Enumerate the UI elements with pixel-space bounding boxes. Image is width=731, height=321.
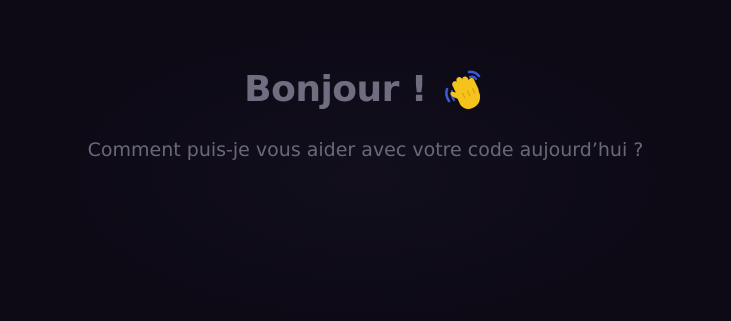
greeting-title: Bonjour ! (244, 69, 427, 110)
welcome-screen: Bonjour ! Comment puis-je vous aider ave… (0, 0, 731, 321)
welcome-subtitle: Comment puis-je vous aider avec votre co… (87, 139, 644, 161)
waving-hand-icon (441, 67, 487, 113)
greeting-row: Bonjour ! (0, 66, 731, 114)
